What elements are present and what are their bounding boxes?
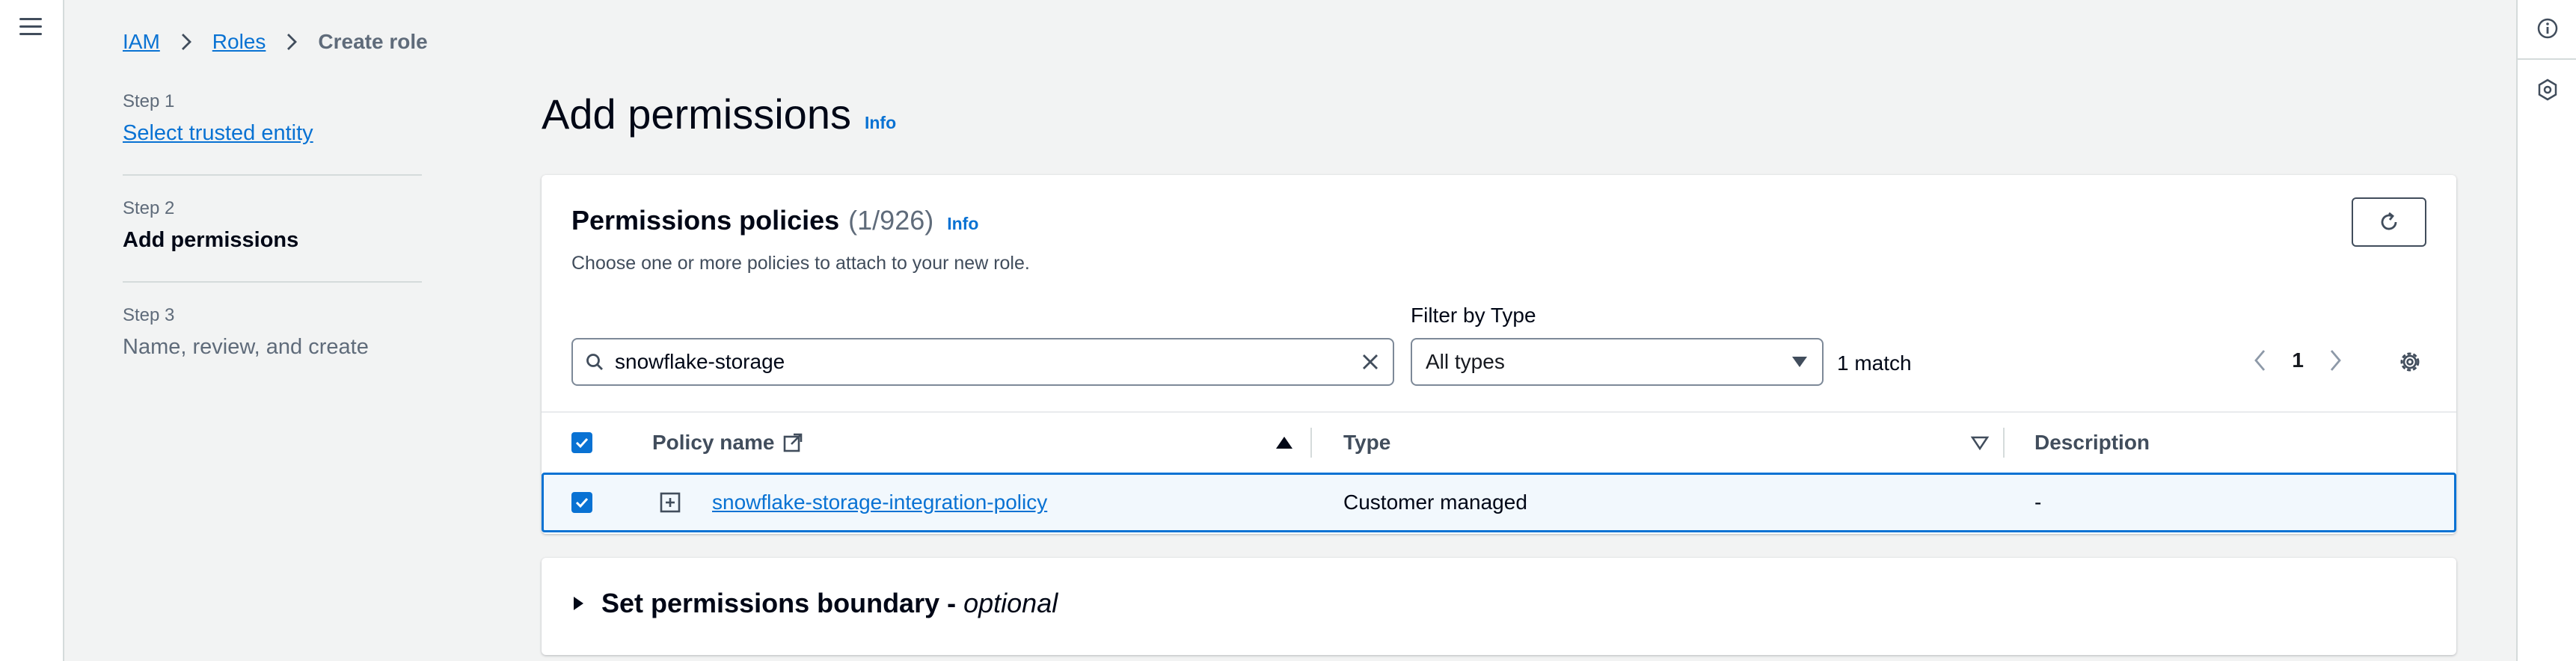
breadcrumb: IAM Roles Create role	[123, 30, 428, 54]
info-circle-icon[interactable]	[2536, 16, 2560, 40]
hexagon-settings-icon[interactable]	[2536, 78, 2560, 102]
step-1: Step 1 Select trusted entity	[123, 91, 422, 176]
column-divider	[1310, 428, 1312, 458]
step-title-name-review-create: Name, review, and create	[123, 335, 369, 359]
chevron-right-icon[interactable]	[2319, 344, 2352, 377]
policy-type-cell: Customer managed	[1343, 491, 1527, 514]
page-number[interactable]: 1	[2292, 348, 2304, 372]
column-type[interactable]: Type	[1343, 413, 1390, 473]
breadcrumb-current: Create role	[318, 30, 428, 53]
external-link-icon	[784, 433, 803, 452]
column-policy-name[interactable]: Policy name	[652, 413, 804, 473]
search-icon	[586, 354, 603, 370]
column-policy-name-label: Policy name	[652, 431, 775, 454]
step-2: Step 2 Add permissions	[123, 198, 422, 283]
permissions-boundary-optional: optional	[963, 588, 1058, 618]
column-divider	[2003, 428, 2005, 458]
permissions-policies-container: Permissions policies (1/926) Info Choose…	[542, 175, 2456, 534]
step-number: Step 2	[123, 198, 175, 218]
page-info-link[interactable]: Info	[865, 113, 896, 133]
rail-divider	[2518, 58, 2576, 60]
column-type-label: Type	[1343, 431, 1391, 454]
chevron-left-icon[interactable]	[2244, 344, 2277, 377]
sort-ascending-icon[interactable]	[1275, 413, 1294, 473]
refresh-button[interactable]	[2352, 197, 2426, 247]
policy-search-input[interactable]	[615, 350, 1360, 374]
step-link-select-trusted-entity[interactable]: Select trusted entity	[123, 121, 422, 146]
caret-down-icon	[1792, 357, 1807, 367]
policy-name-cell: snowflake-storage-integration-policy	[712, 475, 1047, 530]
step-number: Step 1	[123, 91, 175, 111]
page-title: Add permissions	[542, 90, 851, 138]
step-number: Step 3	[123, 305, 175, 325]
refresh-icon	[2381, 212, 2397, 230]
column-description-label: Description	[2034, 431, 2150, 454]
policies-count: (1/926)	[848, 205, 934, 236]
expand-icon[interactable]	[660, 475, 681, 530]
step-title-add-permissions: Add permissions	[123, 228, 299, 252]
select-all-checkbox[interactable]	[571, 413, 592, 473]
page-header: Add permissions Info	[542, 90, 896, 138]
filter-type-value: All types	[1426, 350, 1505, 373]
menu-icon[interactable]	[19, 18, 42, 37]
chevron-right-icon	[285, 32, 298, 52]
clear-icon[interactable]	[1360, 351, 1381, 372]
step-3: Step 3 Name, review, and create	[123, 305, 422, 388]
policies-title: Permissions policies	[571, 205, 840, 236]
checkbox-checked-icon[interactable]	[571, 492, 592, 513]
permissions-boundary-title: Set permissions boundary -	[601, 588, 957, 618]
chevron-right-icon	[180, 32, 193, 52]
wizard-steps: Step 1 Select trusted entity Step 2 Add …	[123, 91, 422, 411]
left-nav-rail	[0, 0, 64, 661]
permissions-boundary-toggle[interactable]: Set permissions boundary - optional	[571, 588, 1058, 619]
checkbox-checked-icon[interactable]	[571, 432, 592, 453]
policy-search-field	[571, 338, 1394, 386]
table-row[interactable]: snowflake-storage-integration-policy Cus…	[542, 473, 2456, 532]
filter-type-select[interactable]: All types	[1411, 338, 1824, 386]
table-header: Policy name Type Description	[542, 411, 2456, 471]
policies-info-link[interactable]: Info	[947, 214, 978, 234]
row-checkbox[interactable]	[571, 475, 592, 530]
breadcrumb-iam[interactable]: IAM	[123, 30, 160, 54]
match-count: 1 match	[1837, 351, 1912, 375]
filter-by-type-label: Filter by Type	[1411, 304, 1536, 327]
right-tools-rail	[2516, 0, 2576, 661]
caret-right-icon	[574, 597, 583, 610]
permissions-boundary-section: Set permissions boundary - optional	[542, 558, 2456, 655]
breadcrumb-roles[interactable]: Roles	[212, 30, 266, 54]
gear-icon[interactable]	[2393, 345, 2426, 378]
policies-description: Choose one or more policies to attach to…	[571, 253, 1030, 274]
sort-descending-icon[interactable]	[1970, 413, 1990, 473]
policy-description-cell: -	[2034, 491, 2042, 514]
pagination: 1	[2244, 344, 2352, 377]
policies-header: Permissions policies (1/926) Info	[571, 205, 978, 236]
column-description[interactable]: Description	[2034, 413, 2150, 473]
policy-name-link[interactable]: snowflake-storage-integration-policy	[712, 491, 1047, 514]
